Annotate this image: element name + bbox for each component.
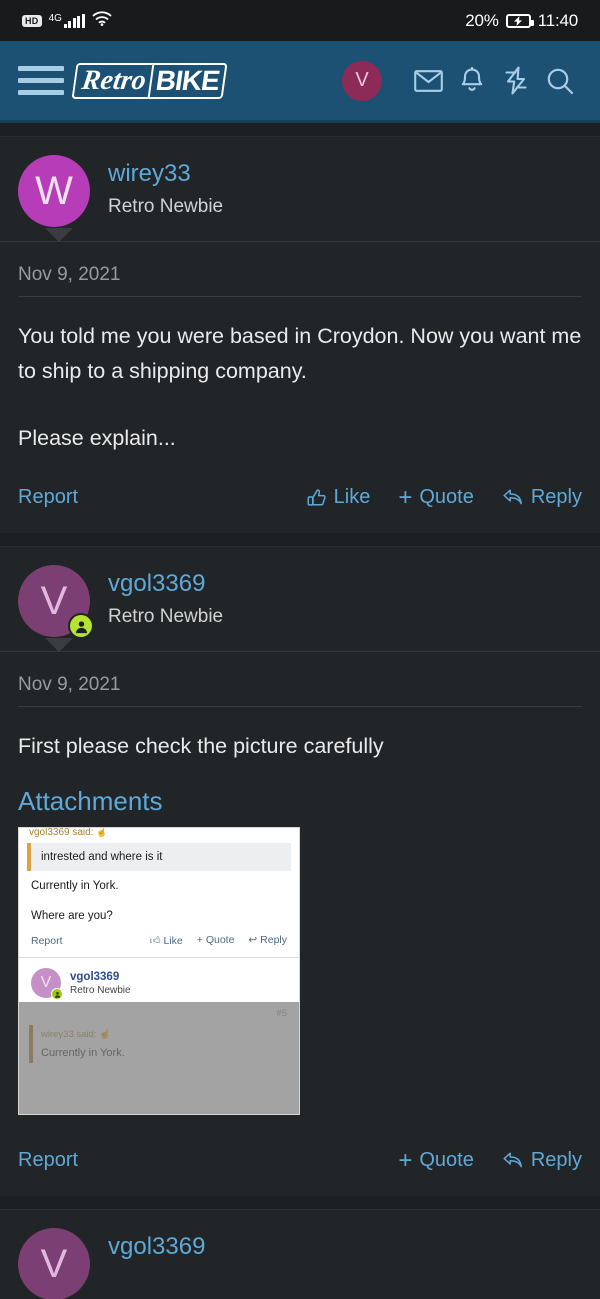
post-author-username[interactable]: vgol3369	[108, 569, 223, 599]
header-notch	[45, 638, 73, 652]
preview-line-2: Where are you?	[31, 910, 113, 922]
preview-post-author: V vgol3369 Retro Newbie	[19, 958, 299, 1006]
cellular-signal-icon: 4G	[48, 12, 85, 28]
preview-quote-label: + Quote	[196, 934, 235, 946]
hamburger-menu-icon[interactable]	[18, 66, 64, 95]
post-separator	[0, 1196, 600, 1210]
reply-button[interactable]: Reply	[502, 486, 582, 509]
quote-button[interactable]: + Quote	[398, 1146, 474, 1174]
post-author-username[interactable]: wirey33	[108, 159, 223, 189]
status-bar-left: HD 4G	[22, 11, 112, 31]
report-button[interactable]: Report	[18, 1149, 78, 1172]
hd-icon: HD	[22, 14, 42, 27]
post-author-meta: vgol3369	[108, 1228, 205, 1262]
report-button[interactable]: Report	[18, 486, 78, 509]
online-user-badge-icon	[68, 613, 94, 639]
preview-report-label: Report	[31, 934, 63, 947]
status-bar: HD 4G 20% 11:40	[0, 0, 600, 41]
preview-avatar-initial: V	[40, 974, 52, 991]
post-actions: Report Like + Quote Reply	[0, 464, 600, 533]
bell-icon[interactable]	[450, 59, 494, 103]
plus-icon: +	[398, 1146, 413, 1174]
preview-actions-right: 👍︎ Like + Quote ↩ Reply	[150, 934, 287, 947]
post-separator	[0, 123, 600, 137]
post-paragraph: First please check the picture carefully	[18, 734, 384, 758]
post-author-meta: vgol3369 Retro Newbie	[108, 565, 223, 631]
avatar[interactable]: V	[18, 565, 94, 639]
avatar-initial: V	[40, 578, 68, 623]
preview-author-meta: vgol3369 Retro Newbie	[70, 970, 131, 997]
attachment-thumbnail[interactable]: vgol3369 said: ☝ intrested and where is …	[18, 827, 300, 1115]
post-header: V vgol3369 Retro Newbie	[0, 547, 600, 652]
post-paragraph: Please explain...	[18, 426, 176, 450]
header-notch	[45, 228, 73, 242]
reply-arrow-icon	[502, 1151, 524, 1170]
post-header: W wirey33 Retro Newbie	[0, 137, 600, 242]
attachment-info-overlay	[19, 1002, 299, 1114]
like-label: Like	[333, 486, 371, 508]
preview-quote-text: intrested and where is it	[27, 843, 291, 871]
plus-icon: +	[398, 483, 413, 511]
attachments-heading: Attachments	[18, 786, 163, 816]
navbar-avatar[interactable]: V	[342, 60, 382, 101]
preview-author-name: vgol3369	[70, 970, 120, 983]
avatar[interactable]: V	[18, 1228, 90, 1299]
preview-actions: Report 👍︎ Like + Quote ↩ Reply	[19, 922, 299, 957]
post-actions-right: + Quote Reply	[398, 1146, 582, 1174]
reply-label: Reply	[530, 1149, 582, 1171]
post-body: You told me you were based in Croydon. N…	[0, 297, 600, 464]
quote-label: Quote	[419, 486, 474, 508]
post-item: V vgol3369	[0, 1210, 600, 1299]
quote-arrow-icon: ☝	[96, 827, 108, 837]
preview-avatar: V	[31, 968, 63, 1000]
search-icon[interactable]	[538, 59, 582, 103]
logo-retro-text: Retro	[71, 62, 153, 99]
preview-online-badge-icon	[51, 988, 63, 1000]
navbar-avatar-initial: V	[355, 69, 369, 91]
preview-line-1: Currently in York.	[31, 880, 119, 892]
post-author-title: Retro Newbie	[108, 196, 224, 217]
preview-quote-author: vgol3369 said: ☝	[29, 827, 108, 838]
avatar-initial: W	[35, 168, 73, 213]
preview-like-label: 👍︎ Like	[149, 935, 183, 947]
post-paragraph: You told me you were based in Croydon. N…	[18, 324, 582, 383]
thread-post-list: W wirey33 Retro Newbie Nov 9, 2021 You t…	[0, 123, 600, 1299]
clock-label: 11:40	[537, 10, 578, 30]
thumbs-up-icon	[307, 488, 327, 508]
post-author-meta: wirey33 Retro Newbie	[108, 155, 223, 221]
post-item: V vgol3369 Retro Newbie Nov 9, 2021 Firs…	[0, 547, 600, 1196]
reply-label: Reply	[530, 486, 582, 508]
site-navbar: Retro BIKE V	[0, 41, 600, 123]
wifi-icon	[92, 11, 112, 31]
post-date: Nov 9, 2021	[18, 264, 121, 285]
preview-reply-label: ↩ Reply	[248, 934, 287, 946]
network-type-label: 4G	[48, 12, 62, 24]
retrobike-logo[interactable]: Retro BIKE	[71, 61, 228, 101]
status-bar-right: 20% 11:40	[465, 11, 578, 31]
reply-arrow-icon	[502, 488, 524, 507]
post-actions: Report + Quote Reply	[0, 1115, 600, 1196]
avatar-initial: V	[40, 1241, 68, 1286]
post-date: Nov 9, 2021	[18, 674, 121, 695]
logo-bike-text: BIKE	[147, 62, 228, 99]
avatar[interactable]: W	[18, 155, 90, 227]
post-body: First please check the picture carefully	[0, 707, 600, 772]
lightning-icon[interactable]	[494, 59, 538, 103]
battery-charging-icon	[505, 13, 534, 28]
battery-percent-label: 20%	[465, 10, 499, 30]
forum-thread-screen: HD 4G 20% 11:40 Retro BIKE V W wirey33 R…	[0, 0, 600, 1299]
post-separator	[0, 533, 600, 547]
quote-label: Quote	[419, 1149, 474, 1171]
preview-author-title: Retro Newbie	[70, 984, 131, 996]
like-button[interactable]: Like	[307, 486, 371, 509]
post-actions-right: Like + Quote Reply	[307, 483, 582, 511]
quote-button[interactable]: + Quote	[398, 483, 474, 511]
post-item: W wirey33 Retro Newbie Nov 9, 2021 You t…	[0, 137, 600, 533]
reply-button[interactable]: Reply	[502, 1149, 582, 1172]
signal-bars-icon	[63, 13, 85, 28]
inbox-icon[interactable]	[406, 59, 450, 103]
post-author-username[interactable]: vgol3369	[108, 1232, 205, 1262]
post-author-title: Retro Newbie	[108, 606, 224, 627]
navbar-icons: V	[342, 59, 582, 103]
